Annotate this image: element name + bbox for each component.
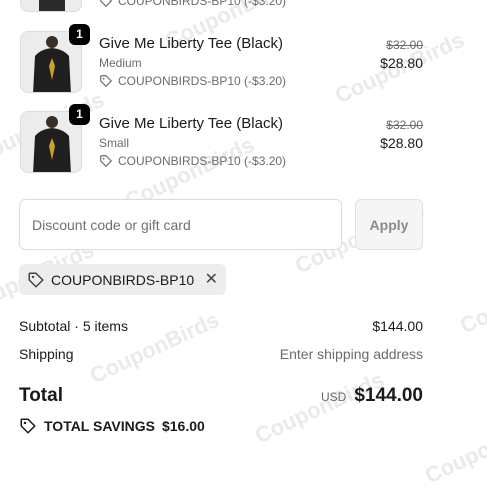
discount-code-input[interactable] [19,199,342,250]
shipping-value: Enter shipping address [279,346,423,362]
quantity-badge: 1 [69,24,90,45]
quantity-badge: 1 [69,104,90,125]
product-image-icon [21,0,81,11]
currency-code: USD [320,390,347,404]
total-savings: TOTAL SAVINGS $16.00 [19,417,205,435]
watermark: CouponBirds [251,366,388,449]
applied-discount-chip: COUPONBIRDS-BP10 ✕ [19,264,226,295]
watermark: CouponBirds [421,406,487,489]
tag-icon [100,75,113,88]
product-name: Give Me Liberty Tee (Black) [99,35,283,52]
savings-value: $16.00 [161,418,205,434]
discounted-price: $28.80 [380,135,423,151]
product-name: Give Me Liberty Tee (Black) [99,115,283,132]
tag-icon [20,418,36,434]
remove-discount-icon[interactable]: ✕ [205,271,218,288]
watermark: CouponBirds [456,256,487,339]
total-label: Total [19,385,63,406]
line-item-discount: COUPONBIRDS-BP10 (-$3.20) [99,0,286,8]
total-value: $144.00 [354,385,423,406]
original-price: $32.00 [386,118,423,132]
tag-icon [100,0,113,8]
subtotal-label: Subtotal · 5 items [19,318,128,334]
tag-icon [100,155,113,168]
original-price: $32.00 [386,38,423,52]
apply-button[interactable]: Apply [355,199,423,250]
product-thumbnail [20,0,82,12]
applied-discount-code: COUPONBIRDS-BP10 [51,271,195,288]
total-amount: USD $144.00 [321,385,423,407]
line-item-discount: COUPONBIRDS-BP10 (-$3.20) [99,74,286,88]
discounted-price: $28.80 [380,55,423,71]
savings-label: TOTAL SAVINGS [44,418,155,434]
subtotal-value: $144.00 [372,318,423,334]
product-variant: Small [99,136,130,150]
shipping-label: Shipping [19,346,74,362]
line-item-discount: COUPONBIRDS-BP10 (-$3.20) [99,154,286,168]
product-variant: Medium [99,56,142,70]
tag-icon [28,272,44,288]
